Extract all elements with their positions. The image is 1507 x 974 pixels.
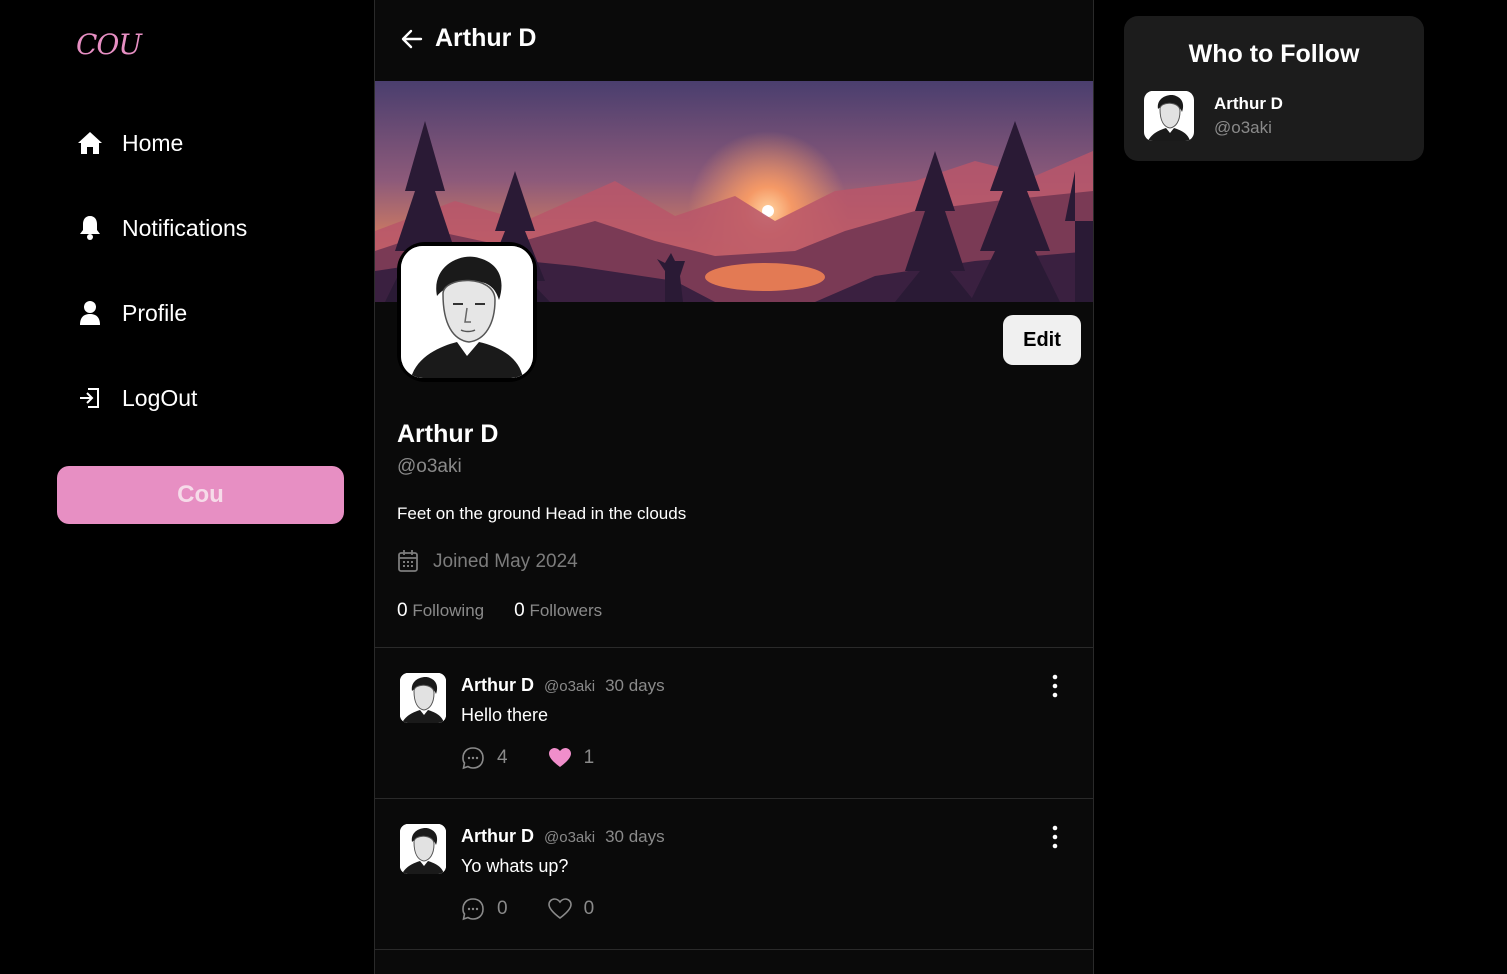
profile-header: Arthur D [375, 0, 1095, 81]
follow-stats: 0 Following 0 Followers [397, 600, 632, 622]
edit-profile-button[interactable]: Edit [1003, 315, 1081, 365]
suggestion-name: Arthur D [1214, 94, 1283, 113]
joined-date: Joined May 2024 [397, 549, 578, 575]
post-time: 30 days [605, 827, 665, 846]
post-author-handle: @o3aki [544, 829, 596, 846]
following-stat[interactable]: 0 Following [397, 600, 484, 622]
post-text: Yo whats up? [461, 856, 569, 876]
profile-column: Arthur D Edit Arthur D @o3aki Feet on th… [374, 0, 1094, 974]
logout-icon [76, 384, 104, 412]
post-header: Arthur D @o3aki 30 days [461, 826, 665, 847]
profile-handle: @o3aki [397, 456, 462, 477]
user-icon [76, 299, 104, 327]
app-logo[interactable]: COU [76, 28, 142, 61]
sidebar-item-label: Home [122, 129, 184, 156]
profile-bio: Feet on the ground Head in the clouds [397, 504, 687, 523]
cou-post-button[interactable]: Cou [57, 466, 344, 524]
suggestion-handle: @o3aki [1214, 118, 1272, 137]
profile-avatar[interactable] [397, 242, 537, 382]
sidebar-item-label: Notifications [122, 214, 248, 241]
comment-button[interactable]: 0 [461, 897, 508, 921]
heart-filled-icon [548, 746, 572, 770]
more-vertical-icon[interactable] [1043, 673, 1067, 699]
who-to-follow-title: Who to Follow [1188, 40, 1360, 68]
like-count: 1 [583, 747, 595, 768]
comment-count: 4 [497, 747, 508, 768]
comment-icon [461, 746, 485, 770]
post-author-name[interactable]: Arthur D [461, 826, 534, 847]
page-title: Arthur D [435, 24, 537, 52]
suggestion-avatar [1144, 91, 1194, 141]
like-count: 0 [583, 898, 595, 919]
post-author-name[interactable]: Arthur D [461, 675, 534, 696]
home-icon [76, 129, 104, 157]
followers-count: 0 [514, 600, 525, 621]
following-count: 0 [397, 600, 408, 621]
bell-icon [76, 214, 104, 242]
who-to-follow-card: Who to Follow Arthur D @o3aki [1124, 16, 1424, 161]
post-item[interactable]: Arthur D @o3aki 30 days Yo whats up? 0 0 [375, 799, 1093, 949]
comment-icon [461, 897, 485, 921]
sidebar-item-home[interactable]: Home [76, 123, 183, 163]
like-button[interactable]: 1 [548, 746, 595, 770]
followers-label: Followers [529, 601, 603, 620]
following-label: Following [412, 601, 485, 620]
arrow-left-icon[interactable] [399, 26, 425, 52]
like-button[interactable]: 0 [547, 897, 595, 921]
post-avatar[interactable] [400, 673, 446, 723]
joined-label: Joined May 2024 [433, 551, 578, 572]
heart-outline-icon [547, 897, 572, 921]
sidebar-item-logout[interactable]: LogOut [76, 378, 197, 418]
divider [375, 949, 1093, 950]
comment-button[interactable]: 4 [461, 746, 508, 770]
profile-name: Arthur D [397, 420, 499, 448]
post-item[interactable]: Arthur D @o3aki 30 days Hello there 4 1 [375, 648, 1093, 798]
post-header: Arthur D @o3aki 30 days [461, 675, 665, 696]
post-text: Hello there [461, 705, 549, 725]
sidebar-item-profile[interactable]: Profile [76, 293, 187, 333]
sidebar-item-label: Profile [122, 299, 188, 326]
post-actions: 4 1 [461, 746, 634, 770]
sidebar-item-label: LogOut [122, 384, 198, 411]
follow-suggestion[interactable]: Arthur D @o3aki [1144, 91, 1283, 141]
sidebar: COU Home Notifications Profile LogOut Co… [0, 0, 374, 974]
sidebar-item-notifications[interactable]: Notifications [76, 208, 247, 248]
calendar-icon [397, 549, 421, 575]
post-author-handle: @o3aki [544, 678, 596, 695]
post-actions: 0 0 [461, 897, 634, 921]
app-root: COU Home Notifications Profile LogOut Co… [0, 0, 1507, 974]
comment-count: 0 [497, 898, 508, 919]
post-time: 30 days [605, 676, 665, 695]
more-vertical-icon[interactable] [1043, 824, 1067, 850]
followers-stat[interactable]: 0 Followers [514, 600, 602, 622]
post-avatar[interactable] [400, 824, 446, 874]
